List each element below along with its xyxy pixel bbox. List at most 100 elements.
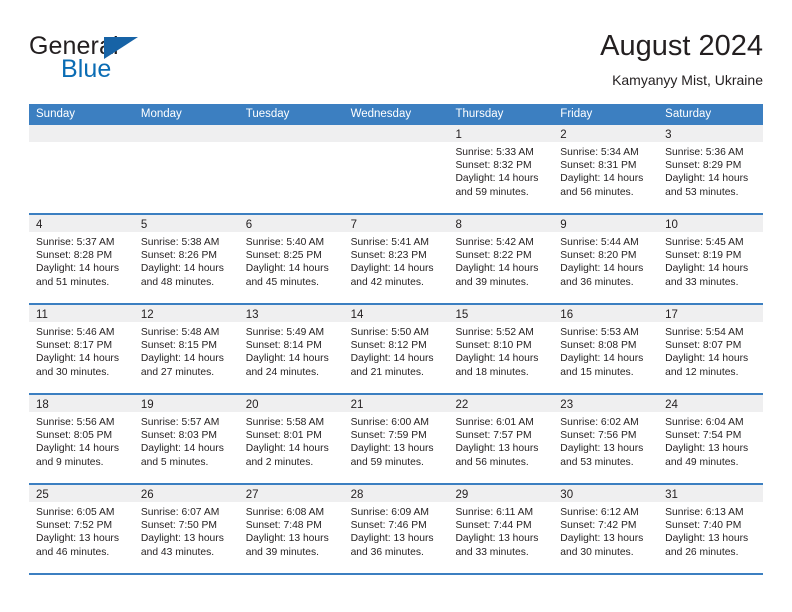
weekday-header-monday: Monday [140,108,182,120]
sunrise-text: Sunrise: 5:50 AM [350,327,429,338]
sunrise-text: Sunrise: 5:40 AM [245,237,325,248]
calendar-day-cell-empty [29,125,134,213]
weekday-header-friday: Friday [560,108,593,120]
day-number-band: 20 [238,395,344,412]
calendar-day-cell[interactable]: 26 Sunrise: 6:07 AM Sunset: 7:50 PM Dayligh… [133,485,239,573]
sunset-text: Sunset: 8:23 PM [350,250,427,262]
sunrise-text: Sunrise: 5:42 AM [455,237,534,248]
calendar-day-cell[interactable]: 9 Sunrise: 5:44 AM Sunset: 8:20 PM Daylight… [553,215,659,303]
calendar-day-cell[interactable]: 10 Sunrise: 5:45 AM Sunset: 8:19 PM Dayligh… [658,215,764,303]
calendar-day-cell[interactable]: 7 Sunrise: 5:41 AM Sunset: 8:23 PM Daylight… [343,215,449,303]
day-details: Sunrise: 6:09 AM Sunset: 7:46 PM Daylight:… [344,502,449,559]
page-subtitle: Kamyanyy Mist, Ukraine [612,72,763,88]
day-number-band: 31 [658,485,764,502]
sunset-text: Sunset: 8:08 PM [560,340,637,352]
sunrise-text: Sunrise: 6:08 AM [245,507,325,518]
calendar-day-cell[interactable]: 24 Sunrise: 6:04 AM Sunset: 7:54 PM Dayligh… [658,395,764,483]
daylight-text-line2: and 33 minutes. [665,276,739,288]
calendar-day-cell[interactable]: 8 Sunrise: 5:42 AM Sunset: 8:22 PM Daylight… [448,215,554,303]
daylight-text-line1: Daylight: 14 hours [455,173,539,185]
calendar-day-cell[interactable]: 21 Sunrise: 6:00 AM Sunset: 7:59 PM Dayligh… [343,395,449,483]
day-details [344,142,449,146]
daylight-text-line2: and 59 minutes. [350,456,424,468]
day-details: Sunrise: 5:54 AM Sunset: 8:07 PM Daylight:… [658,322,763,379]
calendar-week-row: 1 Sunrise: 5:33 AM Sunset: 8:32 PM Daylight… [29,125,764,215]
daylight-text-line1: Daylight: 14 hours [140,443,224,455]
day-number: 29 [455,489,469,501]
calendar-day-cell[interactable]: 15 Sunrise: 5:52 AM Sunset: 8:10 PM Dayligh… [448,305,554,393]
daylight-text-line2: and 18 minutes. [455,366,529,378]
sunset-text: Sunset: 7:59 PM [350,430,427,442]
calendar-day-cell[interactable]: 1 Sunrise: 5:33 AM Sunset: 8:32 PM Daylight… [448,125,554,213]
daylight-text-line2: and 15 minutes. [560,366,634,378]
calendar-day-cell[interactable]: 16 Sunrise: 5:53 AM Sunset: 8:08 PM Dayligh… [553,305,659,393]
sunset-text: Sunset: 8:03 PM [140,430,217,442]
calendar-day-cell[interactable]: 13 Sunrise: 5:49 AM Sunset: 8:14 PM Dayligh… [238,305,344,393]
day-number-band: 24 [658,395,764,412]
calendar-day-cell[interactable]: 17 Sunrise: 5:54 AM Sunset: 8:07 PM Dayligh… [658,305,764,393]
calendar-day-cell[interactable]: 5 Sunrise: 5:38 AM Sunset: 8:26 PM Daylight… [133,215,239,303]
day-number: 28 [350,489,364,501]
brand-name-blue: Blue [61,55,112,83]
calendar-day-cell[interactable]: 6 Sunrise: 5:40 AM Sunset: 8:25 PM Daylight… [238,215,344,303]
calendar-day-cell[interactable]: 3 Sunrise: 5:36 AM Sunset: 8:29 PM Daylight… [658,125,764,213]
sunrise-text: Sunrise: 6:05 AM [36,507,115,518]
calendar-day-cell[interactable]: 30 Sunrise: 6:12 AM Sunset: 7:42 PM Dayligh… [553,485,659,573]
day-number: 6 [245,219,253,231]
daylight-text-line2: and 53 minutes. [665,186,739,198]
day-details: Sunrise: 5:42 AM Sunset: 8:22 PM Daylight:… [448,232,553,289]
calendar-day-cell[interactable]: 19 Sunrise: 5:57 AM Sunset: 8:03 PM Dayligh… [133,395,239,483]
calendar-day-cell[interactable]: 12 Sunrise: 5:48 AM Sunset: 8:15 PM Dayligh… [133,305,239,393]
daylight-text-line2: and 21 minutes. [350,366,424,378]
daylight-text-line2: and 5 minutes. [140,456,209,468]
daylight-text-line1: Daylight: 14 hours [36,443,119,455]
sunrise-text: Sunrise: 5:46 AM [36,327,115,338]
calendar-day-cell[interactable]: 29 Sunrise: 6:11 AM Sunset: 7:44 PM Dayligh… [448,485,554,573]
day-number: 13 [245,309,259,321]
sunset-text: Sunset: 8:28 PM [36,250,113,262]
sunset-text: Sunset: 8:20 PM [560,250,637,262]
daylight-text-line2: and 30 minutes. [36,366,110,378]
calendar-week-row: 25 Sunrise: 6:05 AM Sunset: 7:52 PM Dayligh… [29,485,764,575]
calendar-day-cell[interactable]: 18 Sunrise: 5:56 AM Sunset: 8:05 PM Dayligh… [29,395,134,483]
sunrise-text: Sunrise: 5:45 AM [665,237,744,248]
calendar-day-cell[interactable]: 4 Sunrise: 5:37 AM Sunset: 8:28 PM Daylight… [29,215,134,303]
day-number: 15 [455,309,469,321]
daylight-text-line2: and 39 minutes. [455,276,529,288]
daylight-text-line2: and 9 minutes. [36,456,104,468]
sunrise-text: Sunrise: 5:48 AM [140,327,220,338]
calendar-day-cell[interactable]: 28 Sunrise: 6:09 AM Sunset: 7:46 PM Dayligh… [343,485,449,573]
sunrise-text: Sunrise: 6:01 AM [455,417,534,428]
calendar-day-cell[interactable]: 11 Sunrise: 5:46 AM Sunset: 8:17 PM Dayligh… [29,305,134,393]
day-details: Sunrise: 6:00 AM Sunset: 7:59 PM Daylight:… [344,412,449,469]
sunset-text: Sunset: 8:07 PM [665,340,742,352]
day-number-band [29,125,134,142]
calendar-day-cell[interactable]: 31 Sunrise: 6:13 AM Sunset: 7:40 PM Dayligh… [658,485,764,573]
daylight-text-line1: Daylight: 14 hours [665,353,749,365]
daylight-text-line1: Daylight: 14 hours [455,263,539,275]
day-details [239,142,344,146]
sunset-text: Sunset: 7:48 PM [245,520,322,532]
sunset-text: Sunset: 7:46 PM [350,520,427,532]
daylight-text-line1: Daylight: 13 hours [665,443,749,455]
day-number: 7 [350,219,357,231]
brand-logo[interactable]: General Blue [29,32,269,90]
daylight-text-line1: Daylight: 13 hours [455,443,539,455]
calendar-page: General Blue August 2024 Kamyanyy Mist, … [0,0,792,612]
day-details [134,142,239,146]
daylight-text-line1: Daylight: 13 hours [245,533,329,545]
day-number-band: 4 [29,215,134,232]
day-details: Sunrise: 6:08 AM Sunset: 7:48 PM Daylight:… [239,502,344,559]
calendar-day-cell[interactable]: 23 Sunrise: 6:02 AM Sunset: 7:56 PM Dayligh… [553,395,659,483]
daylight-text-line2: and 43 minutes. [140,546,215,558]
calendar-day-cell[interactable]: 22 Sunrise: 6:01 AM Sunset: 7:57 PM Dayligh… [448,395,554,483]
calendar-weeks: 1 Sunrise: 5:33 AM Sunset: 8:32 PM Daylight… [29,125,764,575]
day-details: Sunrise: 5:50 AM Sunset: 8:12 PM Daylight:… [344,322,449,379]
calendar-day-cell[interactable]: 25 Sunrise: 6:05 AM Sunset: 7:52 PM Dayligh… [29,485,134,573]
calendar-day-cell[interactable]: 14 Sunrise: 5:50 AM Sunset: 8:12 PM Dayligh… [343,305,449,393]
daylight-text-line1: Daylight: 14 hours [140,263,224,275]
calendar-day-cell[interactable]: 27 Sunrise: 6:08 AM Sunset: 7:48 PM Dayligh… [238,485,344,573]
calendar-day-cell[interactable]: 2 Sunrise: 5:34 AM Sunset: 8:31 PM Daylight… [553,125,659,213]
day-number-band: 11 [29,305,134,322]
calendar-day-cell[interactable]: 20 Sunrise: 5:58 AM Sunset: 8:01 PM Dayligh… [238,395,344,483]
